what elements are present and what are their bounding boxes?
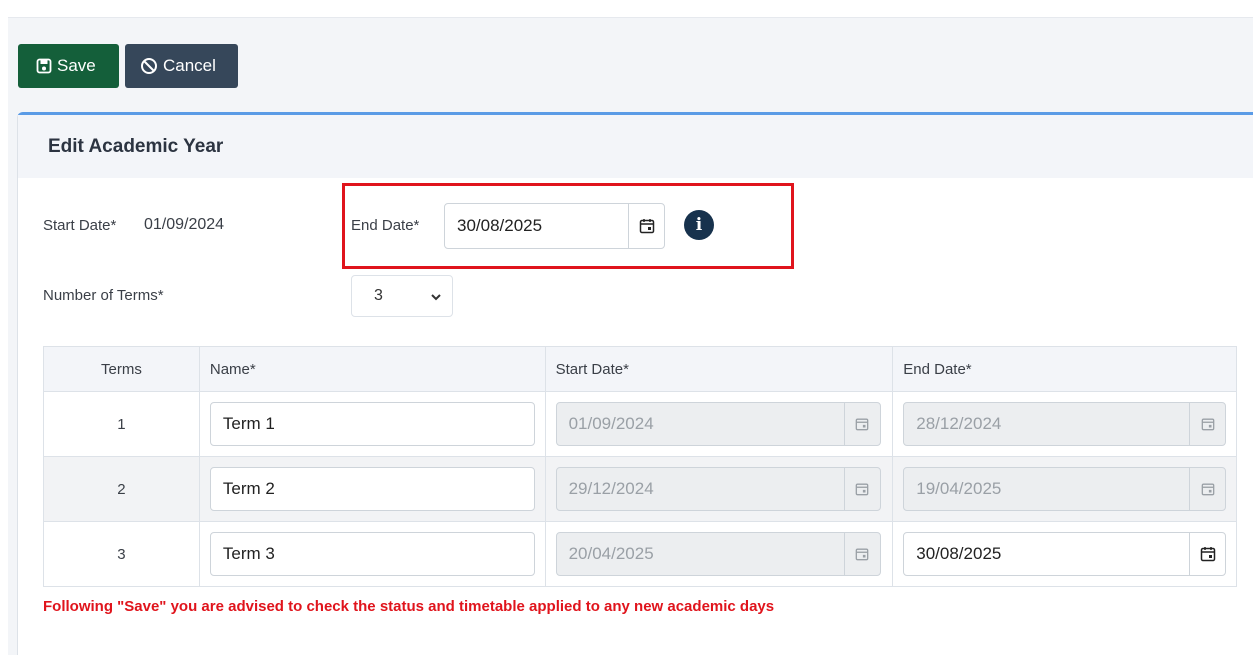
- left-strip: [0, 0, 8, 655]
- term-start-date-value: 29/12/2024: [568, 479, 654, 498]
- number-of-terms-select[interactable]: 3: [351, 275, 453, 317]
- term-start-cell: 20/04/2025: [544, 521, 894, 587]
- toolbar: Save Cancel: [18, 44, 238, 88]
- save-button-label: Save: [57, 56, 96, 75]
- term-name-input[interactable]: Term 1: [209, 402, 535, 446]
- term-end-date-input: 28/12/2024: [903, 402, 1227, 446]
- number-of-terms-value: 3: [374, 287, 383, 304]
- cancel-button-label: Cancel: [163, 56, 216, 75]
- term-name-value[interactable]: Term 2: [211, 479, 534, 499]
- start-date-value: 01/09/2024: [144, 216, 225, 233]
- term-end-cell: 28/12/2024: [892, 391, 1237, 457]
- term-end-date-value[interactable]: 30/08/2025: [904, 544, 1189, 564]
- term-end-cell: 30/08/2025: [892, 521, 1237, 587]
- term-name-cell: Term 2: [198, 456, 546, 522]
- term-name-cell: Term 3: [198, 521, 546, 587]
- term-name-input[interactable]: Term 3: [209, 532, 535, 576]
- save-icon: [36, 58, 52, 74]
- column-header-start-date: Start Date*: [544, 346, 894, 392]
- save-button[interactable]: Save: [18, 44, 119, 88]
- term-number: 2: [43, 456, 200, 522]
- term-start-cell: 29/12/2024: [544, 456, 894, 522]
- column-header-end-date: End Date*: [892, 346, 1237, 392]
- cancel-button[interactable]: Cancel: [125, 44, 238, 88]
- term-name-value[interactable]: Term 1: [211, 414, 534, 434]
- table-header-row: Terms Name* Start Date* End Date*: [43, 346, 1237, 392]
- calendar-icon: [843, 533, 880, 575]
- term-start-date-value: 20/04/2025: [568, 544, 654, 563]
- term-end-date-input[interactable]: 30/08/2025: [903, 532, 1227, 576]
- table-row: 3 Term 3 20/04/2025 30/08/2025: [43, 521, 1237, 587]
- term-start-date-input: 29/12/2024: [555, 467, 881, 511]
- term-number: 1: [43, 391, 200, 457]
- calendar-icon: [1189, 403, 1225, 445]
- save-notice: Following "Save" you are advised to chec…: [43, 598, 775, 615]
- column-header-name: Name*: [198, 346, 546, 392]
- card-header: Edit Academic Year: [18, 115, 1253, 178]
- term-name-cell: Term 1: [198, 391, 546, 457]
- number-of-terms-label: Number of Terms*: [43, 287, 164, 304]
- table-row: 1 Term 1 01/09/2024 28/12/2024: [43, 391, 1237, 457]
- terms-table: Terms Name* Start Date* End Date* 1 Term…: [43, 346, 1237, 587]
- chevron-down-icon: [430, 290, 442, 308]
- start-date-label: Start Date*: [43, 217, 117, 234]
- calendar-icon: [843, 403, 880, 445]
- term-end-date-value: 28/12/2024: [916, 414, 1002, 433]
- term-start-date-value: 01/09/2024: [568, 414, 654, 433]
- highlight-box: [342, 183, 794, 269]
- top-strip: [0, 0, 1253, 18]
- calendar-icon[interactable]: [1189, 533, 1225, 575]
- term-number: 3: [43, 521, 200, 587]
- cancel-icon: [140, 57, 158, 75]
- term-name-value[interactable]: Term 3: [211, 544, 534, 564]
- calendar-icon: [843, 468, 880, 510]
- term-end-cell: 19/04/2025: [892, 456, 1237, 522]
- calendar-icon: [1189, 468, 1225, 510]
- term-end-date-value: 19/04/2025: [916, 479, 1002, 498]
- card-title: Edit Academic Year: [48, 135, 224, 157]
- table-row: 2 Term 2 29/12/2024 19/04/2025: [43, 456, 1237, 522]
- term-start-cell: 01/09/2024: [544, 391, 894, 457]
- column-header-terms: Terms: [43, 346, 200, 392]
- term-start-date-input: 20/04/2025: [555, 532, 881, 576]
- term-start-date-input: 01/09/2024: [555, 402, 881, 446]
- term-name-input[interactable]: Term 2: [209, 467, 535, 511]
- term-end-date-input: 19/04/2025: [903, 467, 1227, 511]
